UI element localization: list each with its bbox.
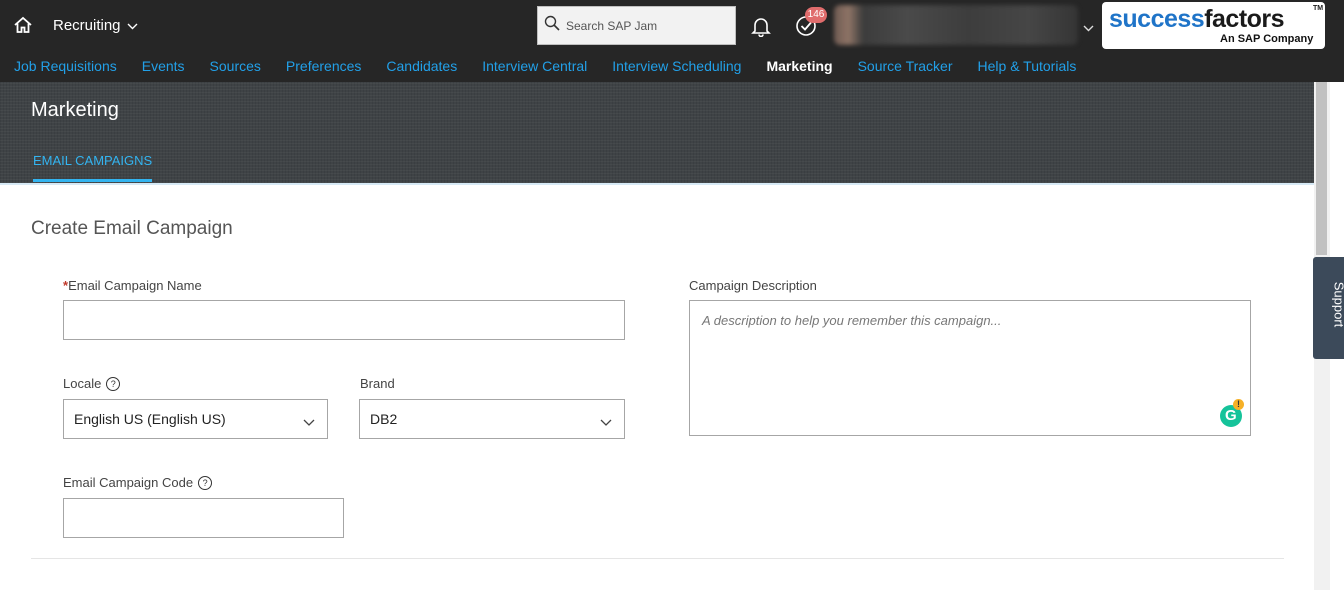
home-icon[interactable] xyxy=(12,14,34,36)
nav-interview-scheduling[interactable]: Interview Scheduling xyxy=(612,58,741,78)
search-box[interactable] xyxy=(537,6,736,45)
help-icon[interactable]: ? xyxy=(198,475,213,490)
page-header: Marketing EMAIL CAMPAIGNS xyxy=(0,82,1314,183)
chevron-down-icon xyxy=(1083,19,1094,37)
locale-select[interactable]: English US (English US) xyxy=(63,399,328,439)
nav-preferences[interactable]: Preferences xyxy=(286,58,361,78)
nav-source-tracker[interactable]: Source Tracker xyxy=(858,58,953,78)
brand-label: Brand xyxy=(360,376,395,391)
chevron-down-icon xyxy=(600,414,612,430)
locale-value: English US (English US) xyxy=(74,411,226,427)
campaign-code-label-text: Email Campaign Code xyxy=(63,475,194,490)
campaign-description-label: Campaign Description xyxy=(689,278,817,293)
scrollbar-thumb[interactable] xyxy=(1316,82,1327,255)
support-label: Support xyxy=(1331,281,1344,328)
nav-sources[interactable]: Sources xyxy=(210,58,261,78)
top-bar: Recruiting 146 suc xyxy=(0,0,1344,82)
todo-count-badge: 146 xyxy=(805,7,827,23)
search-input[interactable] xyxy=(564,17,728,34)
logo-trademark: TM xyxy=(1313,5,1324,12)
user-menu[interactable] xyxy=(834,5,1096,45)
nav-marketing[interactable]: Marketing xyxy=(766,58,832,78)
module-name: Recruiting xyxy=(53,17,121,34)
tab-email-campaigns[interactable]: EMAIL CAMPAIGNS xyxy=(33,153,153,182)
campaign-code-label: Email Campaign Code ? xyxy=(63,475,213,490)
form-divider xyxy=(31,558,1284,559)
section-title: Create Email Campaign xyxy=(31,218,233,239)
campaign-code-input[interactable] xyxy=(63,498,344,538)
module-switcher[interactable]: Recruiting xyxy=(53,17,138,34)
nav-job-requisitions[interactable]: Job Requisitions xyxy=(14,58,117,78)
main-nav: Job Requisitions Events Sources Preferen… xyxy=(0,58,1087,78)
campaign-name-label-text: Email Campaign Name xyxy=(68,278,202,293)
bell-icon[interactable] xyxy=(751,15,771,38)
nav-events[interactable]: Events xyxy=(142,58,185,78)
chevron-down-icon xyxy=(303,414,315,430)
brand-value: DB2 xyxy=(370,411,398,427)
brand-select[interactable]: DB2 xyxy=(359,399,625,439)
logo-word-success: success xyxy=(1109,5,1205,33)
header-divider xyxy=(0,183,1314,185)
grammarly-alert-icon: ! xyxy=(1233,399,1244,410)
nav-help-tutorials[interactable]: Help & Tutorials xyxy=(978,58,1077,78)
campaign-description-textarea[interactable] xyxy=(689,300,1251,436)
logo-tagline: An SAP Company xyxy=(1220,33,1314,45)
page-title: Marketing xyxy=(31,99,119,121)
chevron-down-icon xyxy=(127,17,138,34)
locale-label-text: Locale xyxy=(63,376,102,391)
successfactors-logo: successfactors TM An SAP Company xyxy=(1102,2,1325,49)
nav-interview-central[interactable]: Interview Central xyxy=(482,58,587,78)
user-name-redacted xyxy=(834,5,1078,45)
nav-candidates[interactable]: Candidates xyxy=(386,58,457,78)
search-icon xyxy=(544,15,560,36)
support-tab[interactable]: Support xyxy=(1313,257,1344,359)
logo-word-factors: factors xyxy=(1204,5,1285,33)
locale-label: Locale ? xyxy=(63,376,121,391)
campaign-name-label: * Email Campaign Name xyxy=(63,278,202,293)
campaign-name-input[interactable] xyxy=(63,300,625,340)
help-icon[interactable]: ? xyxy=(106,376,121,391)
